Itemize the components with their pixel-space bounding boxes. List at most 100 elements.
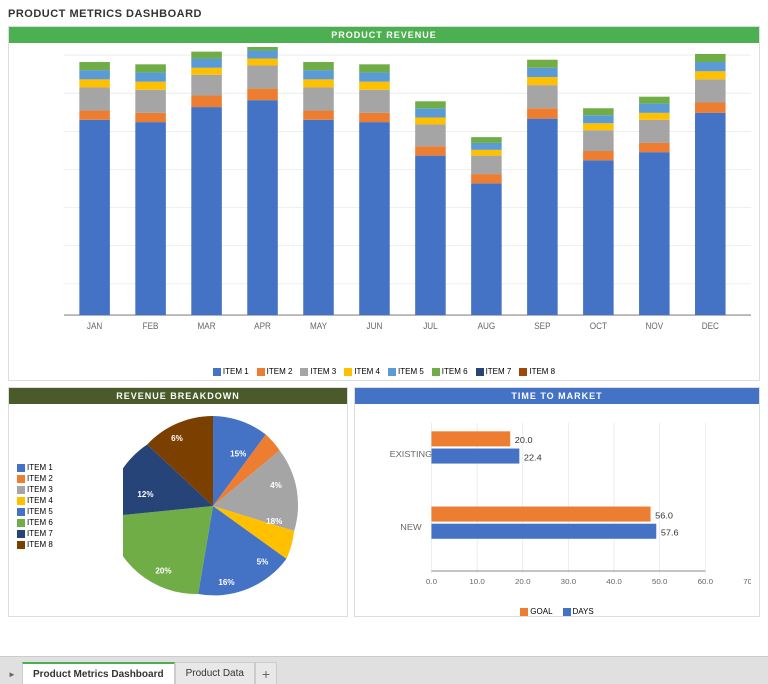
revenue-legend: ITEM 1 ITEM 2 ITEM 3 ITEM 4 ITEM 5 <box>9 363 759 380</box>
legend-label-2: ITEM 2 <box>267 367 293 376</box>
dashboard-title: PRODUCT METRICS DASHBOARD <box>8 8 760 20</box>
pie-legend: ITEM 1 ITEM 2 ITEM 3 ITEM 4 <box>13 408 83 604</box>
pie-legend-2: ITEM 2 <box>17 474 79 483</box>
svg-text:20%: 20% <box>155 567 171 576</box>
ttm-svg: EXISTING NEW <box>363 412 751 600</box>
pie-legend-4: ITEM 4 <box>17 496 79 505</box>
ttm-legend: GOAL DAYS <box>363 607 751 616</box>
legend-label-1: ITEM 1 <box>223 367 249 376</box>
svg-text:5%: 5% <box>257 558 269 567</box>
legend-label-5: ITEM 5 <box>398 367 424 376</box>
svg-text:NEW: NEW <box>400 522 422 532</box>
legend-color-7 <box>476 368 484 376</box>
legend-label-3: ITEM 3 <box>310 367 336 376</box>
svg-text:JAN: JAN <box>87 320 102 331</box>
legend-item-5: ITEM 5 <box>388 367 424 376</box>
pie-color-5 <box>17 508 25 516</box>
svg-text:AUG: AUG <box>478 320 496 331</box>
legend-color-1 <box>213 368 221 376</box>
svg-text:20.0: 20.0 <box>515 577 531 586</box>
svg-text:0.0: 0.0 <box>426 577 437 586</box>
pie-legend-7: ITEM 7 <box>17 529 79 538</box>
legend-item-1: ITEM 1 <box>213 367 249 376</box>
pie-label-2: ITEM 2 <box>27 474 53 483</box>
svg-text:6%: 6% <box>171 434 183 443</box>
legend-item-6: ITEM 6 <box>432 367 468 376</box>
pie-color-6 <box>17 519 25 527</box>
pie-color-1 <box>17 464 25 472</box>
bottom-section: REVENUE BREAKDOWN ITEM 1 ITEM 2 <box>8 387 760 617</box>
svg-text:12%: 12% <box>137 490 153 499</box>
svg-text:10.0: 10.0 <box>469 577 485 586</box>
legend-color-3 <box>300 368 308 376</box>
pie-legend-1: ITEM 1 <box>17 463 79 472</box>
legend-color-5 <box>388 368 396 376</box>
ttm-goal-color <box>520 608 528 616</box>
pie-legend-8: ITEM 8 <box>17 540 79 549</box>
tab-product-data[interactable]: Product Data <box>175 662 255 684</box>
breakdown-header: REVENUE BREAKDOWN <box>9 388 347 404</box>
pie-chart-svg: 15% 4% 18% 5% 16% 20% 12% 6% <box>123 416 303 596</box>
legend-label-7: ITEM 7 <box>486 367 512 376</box>
pie-section: ITEM 1 ITEM 2 ITEM 3 ITEM 4 <box>9 404 347 608</box>
svg-text:30.0: 30.0 <box>561 577 577 586</box>
legend-item-2: ITEM 2 <box>257 367 293 376</box>
svg-text:20.0: 20.0 <box>515 435 533 445</box>
pie-label-4: ITEM 4 <box>27 496 53 505</box>
legend-label-6: ITEM 6 <box>442 367 468 376</box>
tab-bar: ► Product Metrics Dashboard Product Data… <box>0 656 768 684</box>
ttm-chart-area: EXISTING NEW <box>355 404 759 608</box>
svg-text:22.4: 22.4 <box>524 453 542 463</box>
ttm-goal-label: GOAL <box>530 607 552 616</box>
dashboard-area: PRODUCT METRICS DASHBOARD PRODUCT REVENU… <box>0 0 768 656</box>
tab-label-dashboard: Product Metrics Dashboard <box>33 669 164 680</box>
legend-color-6 <box>432 368 440 376</box>
svg-text:FEB: FEB <box>143 320 159 331</box>
svg-text:60.0: 60.0 <box>698 577 714 586</box>
svg-text:57.6: 57.6 <box>661 528 679 538</box>
tab-product-metrics-dashboard[interactable]: Product Metrics Dashboard <box>22 662 175 684</box>
pie-color-2 <box>17 475 25 483</box>
revenue-chart-section: PRODUCT REVENUE $1,400,000 $1,200,000 $1… <box>8 26 760 381</box>
bar-chart-svg: $1,400,000 $1,200,000 $1,000,000 $800,00… <box>59 47 751 359</box>
svg-text:MAR: MAR <box>198 320 216 331</box>
pie-color-4 <box>17 497 25 505</box>
bar-chart-container: $1,400,000 $1,200,000 $1,000,000 $800,00… <box>9 43 759 363</box>
legend-label-4: ITEM 4 <box>354 367 380 376</box>
pie-label-7: ITEM 7 <box>27 529 53 538</box>
svg-text:APR: APR <box>254 320 271 331</box>
legend-item-3: ITEM 3 <box>300 367 336 376</box>
pie-wrapper: 15% 4% 18% 5% 16% 20% 12% 6% <box>83 408 343 604</box>
tab-scroll-arrow[interactable]: ► <box>4 664 20 684</box>
svg-text:NOV: NOV <box>646 320 664 331</box>
svg-text:JUL: JUL <box>423 320 438 331</box>
main-container: PRODUCT METRICS DASHBOARD PRODUCT REVENU… <box>0 0 768 684</box>
legend-color-2 <box>257 368 265 376</box>
pie-label-3: ITEM 3 <box>27 485 53 494</box>
revenue-chart-header: PRODUCT REVENUE <box>9 27 759 43</box>
legend-item-4: ITEM 4 <box>344 367 380 376</box>
revenue-breakdown-section: REVENUE BREAKDOWN ITEM 1 ITEM 2 <box>8 387 348 617</box>
pie-color-3 <box>17 486 25 494</box>
pie-label-1: ITEM 1 <box>27 463 53 472</box>
pie-legend-6: ITEM 6 <box>17 518 79 527</box>
pie-legend-5: ITEM 5 <box>17 507 79 516</box>
pie-label-5: ITEM 5 <box>27 507 53 516</box>
svg-text:MAY: MAY <box>310 320 327 331</box>
legend-item-8: ITEM 8 <box>519 367 555 376</box>
tab-add-button[interactable]: + <box>255 662 277 684</box>
legend-label-8: ITEM 8 <box>529 367 555 376</box>
svg-text:JUN: JUN <box>367 320 383 331</box>
svg-text:70.0: 70.0 <box>743 577 751 586</box>
svg-text:16%: 16% <box>218 578 234 587</box>
legend-color-4 <box>344 368 352 376</box>
pie-label-8: ITEM 8 <box>27 540 53 549</box>
svg-text:15%: 15% <box>230 450 246 459</box>
svg-text:18%: 18% <box>266 517 282 526</box>
legend-color-8 <box>519 368 527 376</box>
ttm-legend-goal: GOAL <box>520 607 552 616</box>
pie-color-7 <box>17 530 25 538</box>
ttm-header: TIME TO MARKET <box>355 388 759 404</box>
time-to-market-section: TIME TO MARKET EXISTING NEW <box>354 387 760 617</box>
legend-item-7: ITEM 7 <box>476 367 512 376</box>
